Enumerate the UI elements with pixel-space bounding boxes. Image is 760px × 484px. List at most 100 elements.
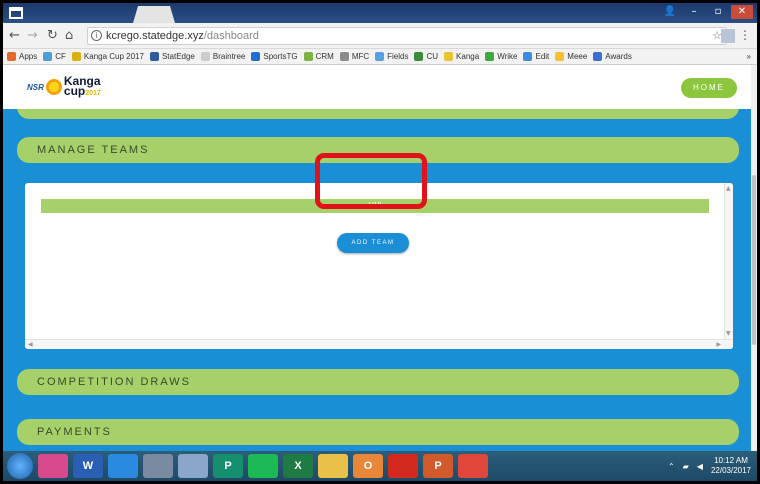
browser-title-bar: 👤 – ▫ ✕ xyxy=(3,3,757,23)
reload-icon[interactable]: ↻ xyxy=(47,28,58,44)
bookmarks-bar: Apps CF Kanga Cup 2017 StatEdge Braintree Spo… xyxy=(3,49,757,65)
logo-cup-row: cup2017 xyxy=(64,85,101,99)
panel-horizontal-scrollbar[interactable]: ◀ ▶ xyxy=(25,339,733,349)
panel-vertical-scrollbar[interactable]: ▲ ▼ xyxy=(724,183,733,349)
sun-icon xyxy=(45,79,62,95)
bookmark-item[interactable]: Kanga xyxy=(444,52,479,61)
payments-bar[interactable]: PAYMENTS xyxy=(17,419,739,445)
kanga-cup-logo[interactable]: NSR Kanga cup2017 xyxy=(27,75,101,99)
system-tray: ⌃ ▰ ◀ 10:12 AM 22/03/2017 xyxy=(668,456,751,476)
network-icon[interactable]: ▰ xyxy=(683,462,689,471)
maximize-button[interactable]: ▫ xyxy=(707,5,729,19)
bookmark-icon xyxy=(251,52,261,61)
back-icon[interactable]: ← xyxy=(9,28,20,44)
bookmark-label: Edit xyxy=(535,52,550,61)
bookmark-icon xyxy=(523,52,533,61)
scroll-down-icon[interactable]: ▼ xyxy=(726,330,731,337)
bookmark-item[interactable]: MFC xyxy=(339,52,370,61)
powerpoint-icon[interactable]: P xyxy=(423,454,453,478)
url-host: kcrego.statedge.xyz xyxy=(106,30,204,42)
bookmark-item[interactable]: SportsTG xyxy=(251,52,298,61)
bookmark-icon xyxy=(7,52,16,61)
bookmark-label: Apps xyxy=(19,52,38,61)
page-scrollbar[interactable] xyxy=(751,65,757,451)
start-button[interactable] xyxy=(7,453,33,479)
forward-icon[interactable]: → xyxy=(27,28,38,44)
bookmark-item[interactable]: StatEdge xyxy=(149,52,195,61)
bookmark-label: CRM xyxy=(315,52,334,61)
home-icon[interactable]: ⌂ xyxy=(65,28,73,44)
bookmark-label: Kanga Cup 2017 xyxy=(83,52,144,61)
scroll-left-icon[interactable]: ◀ xyxy=(28,341,33,348)
bookmark-icon xyxy=(149,52,159,61)
bookmark-icon xyxy=(375,52,385,61)
browser-tab[interactable] xyxy=(133,6,175,23)
browser-menu-icon[interactable]: ⋮ xyxy=(739,28,751,42)
minimize-button[interactable]: – xyxy=(683,5,705,19)
itunes-icon[interactable] xyxy=(38,454,68,478)
user-icon[interactable]: 👤 xyxy=(659,5,681,19)
address-bar[interactable]: i kcrego.statedge.xyz/dashboard ☆ xyxy=(87,27,727,45)
url-path: /dashboard xyxy=(203,30,259,42)
bookmark-icon xyxy=(303,52,313,61)
bookmark-icon xyxy=(593,52,603,61)
bookmark-item[interactable]: CF xyxy=(43,52,66,61)
notepad-icon[interactable] xyxy=(143,454,173,478)
bookmark-label: Kanga xyxy=(456,52,480,61)
page-viewport: NSR Kanga cup2017 HOME MANAGE TEAMS U18 … xyxy=(3,65,757,451)
add-team-button[interactable]: ADD TEAM xyxy=(337,233,409,253)
camera-app-icon[interactable] xyxy=(108,454,138,478)
bookmark-icon xyxy=(444,52,454,61)
bookmark-item[interactable]: Apps xyxy=(7,52,37,61)
window-controls: 👤 – ▫ ✕ xyxy=(659,5,753,19)
clock-date: 22/03/2017 xyxy=(710,466,751,475)
info-icon[interactable]: i xyxy=(91,30,102,41)
windows-taskbar: W P X O P ⌃ ▰ ◀ 10:12 AM 22/03/2017 xyxy=(3,451,757,481)
logo-nsr: NSR xyxy=(27,82,44,92)
bookmark-label: Meee xyxy=(567,52,588,61)
clock[interactable]: 10:12 AM 22/03/2017 xyxy=(711,456,751,476)
acrobat-icon[interactable] xyxy=(388,454,418,478)
scroll-up-icon[interactable]: ▲ xyxy=(726,185,731,192)
volume-icon[interactable]: ◀ xyxy=(697,462,703,471)
chrome-icon[interactable] xyxy=(458,454,488,478)
bookmark-label: Braintree xyxy=(212,52,246,61)
bookmark-icon xyxy=(200,52,210,61)
logo-text: Kanga cup2017 xyxy=(64,75,101,99)
bookmark-item[interactable]: Kanga Cup 2017 xyxy=(71,52,144,61)
bookmark-icon xyxy=(414,52,424,61)
explorer-icon[interactable] xyxy=(318,454,348,478)
bookmark-icon xyxy=(339,52,349,61)
bookmark-label: SportsTG xyxy=(263,52,298,61)
bookmark-label: MFC xyxy=(351,52,370,61)
page-scrollbar-thumb[interactable] xyxy=(752,175,756,345)
bookmark-item[interactable]: Edit xyxy=(523,52,549,61)
bookmark-item[interactable]: CU xyxy=(414,52,438,61)
bookmark-icon xyxy=(555,52,565,61)
bookmark-icon xyxy=(43,52,53,61)
spotify-icon[interactable] xyxy=(248,454,278,478)
home-button[interactable]: HOME xyxy=(681,78,737,98)
bookmark-item[interactable]: CRM xyxy=(303,52,334,61)
excel-icon[interactable]: X xyxy=(283,454,313,478)
bookmark-item[interactable]: Wrike xyxy=(485,52,517,61)
browser-toolbar: ← → ↻ ⌂ i kcrego.statedge.xyz/dashboard … xyxy=(3,23,757,49)
highlight-box xyxy=(315,153,427,209)
bookmark-label: Fields xyxy=(387,52,409,61)
bookmarks-overflow-button[interactable]: » xyxy=(747,52,751,61)
bookmark-item[interactable]: Braintree xyxy=(200,52,246,61)
outlook-icon[interactable]: O xyxy=(353,454,383,478)
close-button[interactable]: ✕ xyxy=(731,5,753,19)
bookmark-item[interactable]: Meee xyxy=(555,52,587,61)
show-hidden-icons[interactable]: ⌃ xyxy=(668,462,675,471)
competition-draws-bar[interactable]: COMPETITION DRAWS xyxy=(17,369,739,395)
screen: 👤 – ▫ ✕ ← → ↻ ⌂ i kcrego.statedge.xyz/da… xyxy=(3,3,757,481)
bookmark-item[interactable]: Awards xyxy=(593,52,632,61)
logo-year: 2017 xyxy=(85,89,101,97)
paint-icon[interactable] xyxy=(178,454,208,478)
scroll-right-icon[interactable]: ▶ xyxy=(716,341,721,348)
extension-icon[interactable] xyxy=(721,29,735,43)
publisher-icon[interactable]: P xyxy=(213,454,243,478)
word-icon[interactable]: W xyxy=(73,454,103,478)
bookmark-item[interactable]: Fields xyxy=(375,52,408,61)
